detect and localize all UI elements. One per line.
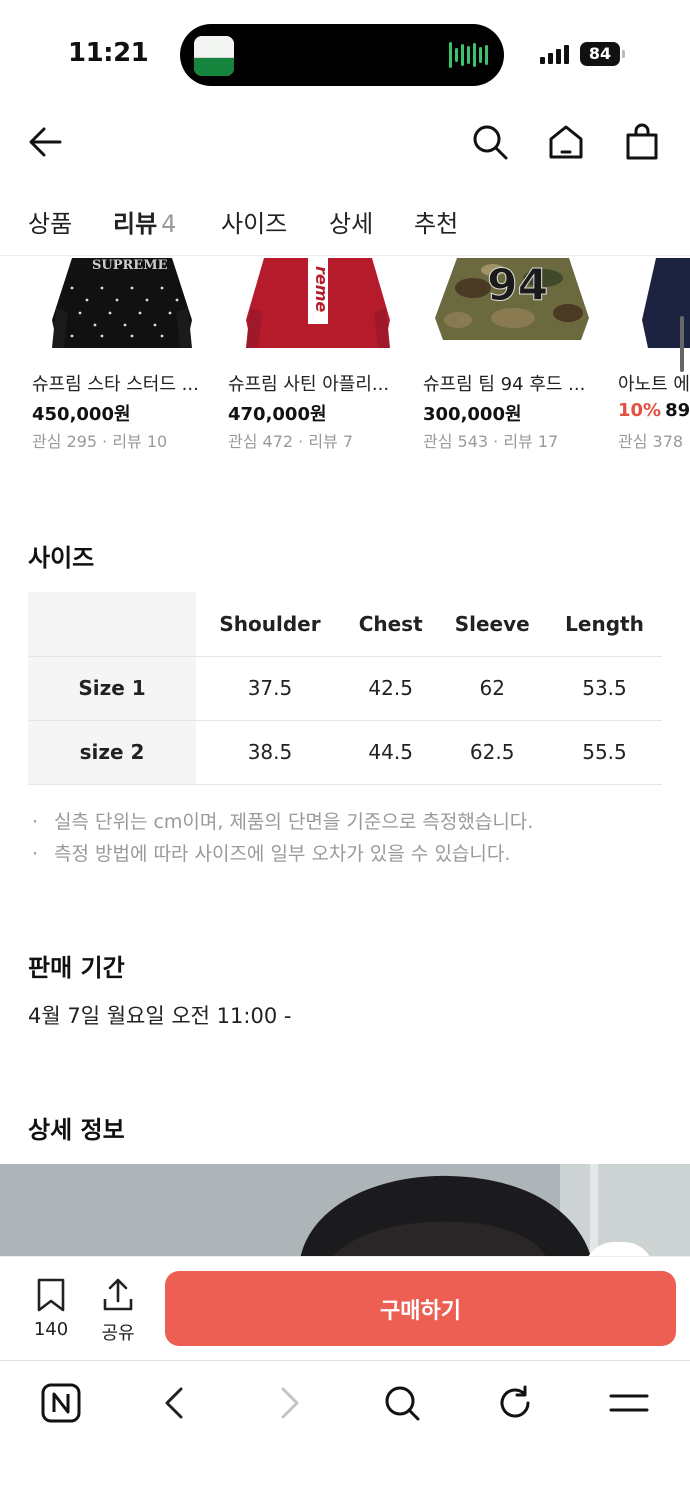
table-corner-cell: [28, 592, 196, 657]
product-thumbnail: reme: [228, 258, 408, 358]
table-row: Size 1 37.5 42.5 62 53.5: [28, 656, 662, 721]
thumb-print: reme: [312, 266, 331, 313]
tab-review[interactable]: 리뷰 4: [113, 204, 176, 239]
live-activity-app-icon: [194, 36, 234, 76]
product-card[interactable]: reme 슈프림 사틴 아플리... 470,000원 관심 472 · 리뷰 …: [228, 258, 408, 451]
table-cell: 62: [437, 656, 547, 721]
table-cell: 44.5: [343, 720, 438, 785]
menu-icon[interactable]: [605, 1379, 653, 1427]
size-section-title: 사이즈: [28, 544, 95, 572]
browser-back-icon[interactable]: [151, 1379, 199, 1427]
status-bar: 11:21 84: [0, 0, 690, 110]
table-header-row: Shoulder Chest Sleeve Length: [28, 592, 662, 657]
browser-search-icon[interactable]: [378, 1379, 426, 1427]
battery-cap: [622, 50, 625, 58]
sale-period-title: 판매 기간: [28, 954, 125, 982]
buy-button[interactable]: 구매하기: [165, 1271, 676, 1346]
column-header: Sleeve: [437, 592, 547, 657]
carousel-scrollbar[interactable]: [680, 316, 684, 372]
refresh-icon[interactable]: [491, 1379, 539, 1427]
shopping-bag-icon[interactable]: [620, 120, 664, 164]
column-header: Chest: [343, 592, 438, 657]
purchase-action-bar: 140 공유 구매하기: [0, 1256, 690, 1360]
thumb-print: SUPREME: [92, 258, 168, 273]
bookmark-icon: [37, 1278, 65, 1312]
tab-product[interactable]: 상품: [28, 204, 72, 239]
bookmark-button[interactable]: 140: [21, 1277, 81, 1340]
row-header: size 2: [28, 720, 196, 785]
column-header: Length: [547, 592, 662, 657]
table-cell: 62.5: [437, 720, 547, 785]
column-header: Shoulder: [196, 592, 344, 657]
share-button[interactable]: 공유: [88, 1277, 148, 1345]
status-time: 11:21: [68, 38, 149, 68]
browser-toolbar: [0, 1360, 690, 1500]
browser-forward-icon: [265, 1379, 313, 1427]
cellular-signal-icon: [540, 44, 569, 64]
product-card[interactable]: 94 슈프림 팀 94 후드 ... 300,000원 관심 543 · 리뷰 …: [423, 258, 603, 451]
size-notes: 실측 단위는 cm이며, 제품의 단면을 기준으로 측정했습니다. 측정 방법에…: [28, 806, 668, 870]
battery-indicator: 84: [580, 42, 620, 66]
review-count: 4: [161, 210, 177, 238]
section-tabs: 상품 리뷰 4 사이즈 상세 추천: [0, 186, 690, 256]
share-label: 공유: [101, 1323, 135, 1344]
dynamic-island[interactable]: [180, 24, 504, 86]
table-cell: 42.5: [343, 656, 438, 721]
naver-home-icon[interactable]: [37, 1379, 85, 1427]
size-note: 측정 방법에 따라 사이즈에 일부 오차가 있을 수 있습니다.: [28, 838, 668, 870]
table-cell: 55.5: [547, 720, 662, 785]
product-card[interactable]: SUPREME 슈프림 스타 스터드 ... 450,000원 관심 295 ·…: [32, 258, 212, 451]
tab-detail[interactable]: 상세: [329, 204, 373, 239]
audio-waveform-icon: [449, 42, 488, 68]
detail-section-title: 상세 정보: [28, 1116, 125, 1144]
thumb-print: 94: [486, 260, 549, 312]
bookmark-count: 140: [33, 1319, 69, 1340]
table-cell: 37.5: [196, 656, 344, 721]
tab-size[interactable]: 사이즈: [221, 204, 287, 239]
size-note: 실측 단위는 cm이며, 제품의 단면을 기준으로 측정했습니다.: [28, 806, 668, 838]
share-icon: [103, 1278, 133, 1311]
top-app-bar: [0, 110, 690, 182]
recommended-products-carousel[interactable]: SUPREME 슈프림 스타 스터드 ... 450,000원 관심 295 ·…: [0, 258, 690, 458]
size-chart-table: Shoulder Chest Sleeve Length Size 1 37.5…: [28, 592, 662, 785]
table-cell: 53.5: [547, 656, 662, 721]
detail-photo: [0, 1164, 690, 1260]
search-icon[interactable]: [468, 120, 512, 164]
product-thumbnail: SUPREME: [32, 258, 212, 358]
row-header: Size 1: [28, 656, 196, 721]
sale-period-value: 4월 7일 월요일 오전 11:00 -: [28, 1004, 292, 1028]
table-row: size 2 38.5 44.5 62.5 55.5: [28, 720, 662, 785]
back-arrow-icon[interactable]: [24, 120, 68, 164]
table-cell: 38.5: [196, 720, 344, 785]
home-icon[interactable]: [544, 120, 588, 164]
product-thumbnail: 94: [423, 258, 603, 358]
tab-recommend[interactable]: 추천: [414, 204, 458, 239]
